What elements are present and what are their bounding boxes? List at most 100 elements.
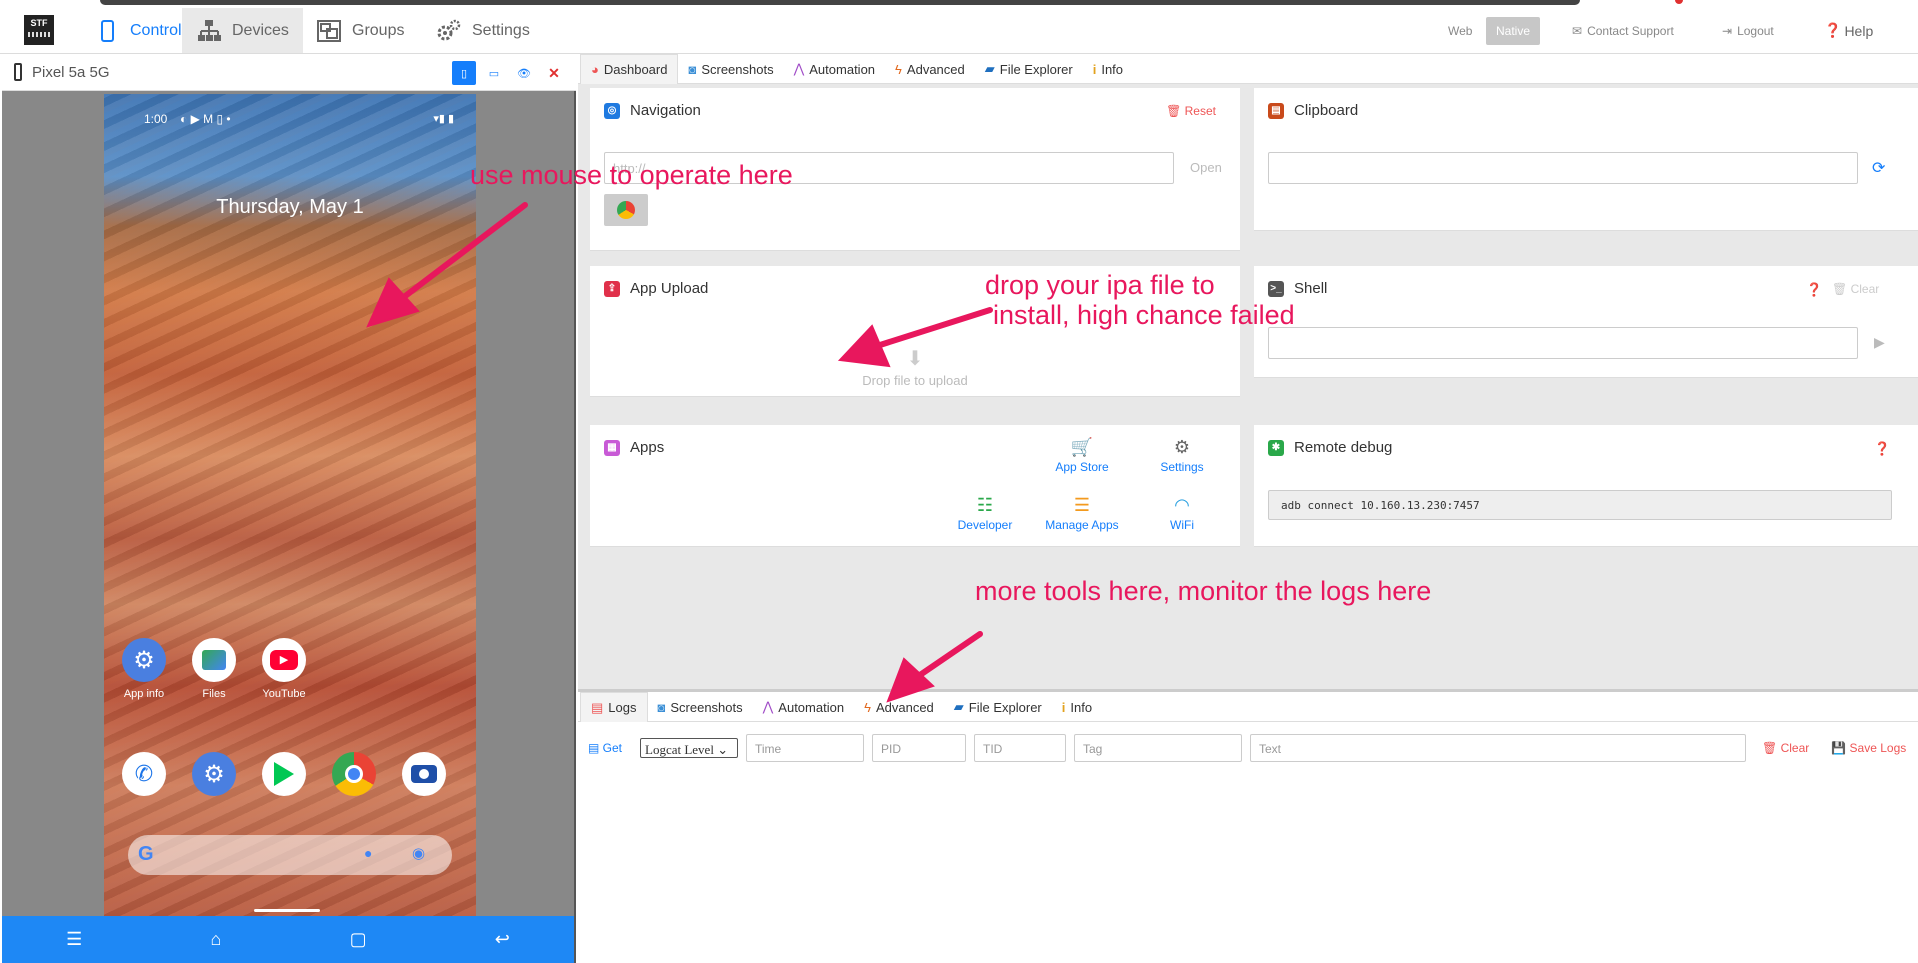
list-alt-icon: ▤ <box>591 699 604 715</box>
chrome-icon[interactable] <box>332 752 376 796</box>
wifi-button[interactable]: ◠ WiFi <box>1142 495 1222 532</box>
tab-logs-automation[interactable]: ⋀ Automation <box>753 692 854 722</box>
phone-icon <box>101 19 114 42</box>
camera-icon: ◙ <box>688 61 697 77</box>
native-button[interactable]: Native <box>1486 8 1541 53</box>
files-label: Files <box>202 688 226 700</box>
back-icon[interactable]: ↩ <box>495 929 510 950</box>
tid-filter-input[interactable]: TID <box>974 734 1066 762</box>
tab-file-explorer[interactable]: ▰ File Explorer <box>975 54 1083 84</box>
tab-automation[interactable]: ⋀ Automation <box>784 54 885 84</box>
right-pane: ◕ Dashboard ◙ Screenshots ⋀ Automation ϟ Adv… <box>578 54 1918 963</box>
settings-app-icon[interactable]: ⚙ <box>192 752 236 796</box>
reset-button[interactable]: 🗑 Reset <box>1166 104 1216 118</box>
shell-input[interactable] <box>1268 327 1858 359</box>
shell-help-icon[interactable]: ❓ <box>1806 282 1822 298</box>
tag-filter-input[interactable]: Tag <box>1074 734 1242 762</box>
eye-icon[interactable]: 👁 <box>512 61 536 85</box>
refresh-icon[interactable]: ⟳ <box>1872 158 1885 178</box>
close-icon[interactable]: ✕ <box>542 61 566 85</box>
pid-filter-input[interactable]: PID <box>872 734 966 762</box>
home-icon[interactable]: ⌂ <box>210 929 221 950</box>
nav-settings[interactable]: Settings <box>422 8 544 53</box>
lockscreen-date: Thursday, May 1 <box>216 196 364 218</box>
get-logs-button[interactable]: ▤ Get <box>588 741 632 755</box>
trash-icon: 🗑 <box>1166 104 1185 118</box>
apps-card: ▦ Apps 🛒 App Store ⚙ Settings ☷ Developer ☰ M… <box>590 425 1240 547</box>
logs-panel: ▤ Logs ◙ Screenshots ⋀ Automation ϟ Advanced… <box>578 689 1918 963</box>
app-store-button[interactable]: 🛒 App Store <box>1042 437 1122 474</box>
google-g-icon: G <box>138 843 154 865</box>
info-icon: i <box>1092 61 1097 77</box>
wifi-icon: ◠ <box>1174 495 1190 515</box>
google-search-bar[interactable]: G ● ◉ <box>128 835 452 875</box>
question-icon: ❓ <box>1824 22 1842 38</box>
camera-icon: ◙ <box>657 699 666 715</box>
compass-icon: ◎ <box>604 102 620 119</box>
help-link[interactable]: ❓ Help <box>1824 8 1873 53</box>
landscape-button[interactable]: ▭ <box>482 61 506 85</box>
tab-logs-info[interactable]: i Info <box>1052 692 1102 722</box>
tab-advanced[interactable]: ϟ Advanced <box>885 54 975 84</box>
tab-logs-screenshots[interactable]: ◙ Screenshots <box>648 692 753 722</box>
device-screen[interactable]: 1:00 ◐ ▶ M ▯ • ▾▮ ▮ Thursday, May 1 ⚙ Ap… <box>104 94 476 917</box>
chrome-browser-button[interactable] <box>604 194 648 226</box>
shell-card: >_ Shell ❓ 🗑 Clear ▶ <box>1254 266 1918 378</box>
nav-devices[interactable]: Devices <box>182 8 303 53</box>
clipboard-input[interactable] <box>1268 152 1858 184</box>
developer-button[interactable]: ☷ Developer <box>945 495 1025 532</box>
stf-logo[interactable]: STF <box>24 15 54 45</box>
tab-logs-advanced[interactable]: ϟ Advanced <box>854 692 944 722</box>
settings-button[interactable]: ⚙ Settings <box>1142 437 1222 474</box>
phone-app-icon[interactable]: ✆ <box>122 752 166 796</box>
camera-icon[interactable] <box>402 752 446 796</box>
save-logs-button[interactable]: 💾 Save Logs <box>1831 741 1906 755</box>
files-icon[interactable] <box>192 638 236 682</box>
logout-link[interactable]: ⇥ Logout <box>1722 8 1774 53</box>
nav-control[interactable]: Control <box>80 8 196 53</box>
shell-clear-button[interactable]: 🗑 Clear <box>1832 282 1879 296</box>
manage-apps-button[interactable]: ☰ Manage Apps <box>1042 495 1122 532</box>
device-panel: Pixel 5a 5G ▯ ▭ 👁 ✕ 1:00 ◐ ▶ M ▯ • ▾▮ ▮ … <box>2 54 576 963</box>
time-filter-input[interactable]: Time <box>746 734 864 762</box>
open-button[interactable]: Open <box>1190 160 1222 175</box>
bug-icon: ✱ <box>1268 439 1284 456</box>
tab-logs[interactable]: ▤ Logs <box>580 692 648 722</box>
logcat-level-select[interactable]: Logcat Level ⌄ <box>640 738 738 758</box>
contact-support-link[interactable]: ✉ Contact Support <box>1572 8 1674 53</box>
trash-icon: 🗑 <box>1762 741 1781 755</box>
th-large-icon: ▦ <box>604 439 620 456</box>
device-footer: ☰ ⌂ ▢ ↩ <box>2 916 574 963</box>
web-button[interactable]: Web <box>1448 8 1472 53</box>
clipboard-card: ▤ Clipboard ⟳ <box>1254 88 1918 231</box>
run-icon[interactable]: ▶ <box>1874 334 1885 351</box>
nav-groups[interactable]: Groups <box>302 8 418 53</box>
remote-help-icon[interactable]: ❓ <box>1874 441 1890 457</box>
notification-icons: ◐ ▶ M ▯ • <box>180 112 231 126</box>
bolt-icon: ϟ <box>895 61 902 77</box>
tab-dashboard[interactable]: ◕ Dashboard <box>580 54 679 84</box>
signal-battery-icons: ▾▮ ▮ <box>433 113 454 125</box>
text-filter-input[interactable]: Text <box>1250 734 1746 762</box>
list-icon: ▤ <box>588 741 603 755</box>
play-store-icon[interactable] <box>262 752 306 796</box>
youtube-icon[interactable]: ▶ <box>262 638 306 682</box>
drop-zone[interactable]: Drop file to upload <box>590 373 1240 388</box>
app-info-icon[interactable]: ⚙ <box>122 638 166 682</box>
dashboard-icon: ◕ <box>591 62 599 77</box>
recents-icon[interactable]: ▢ <box>350 929 367 950</box>
tab-logs-file-explorer[interactable]: ▰ File Explorer <box>944 692 1052 722</box>
menu-icon[interactable]: ☰ <box>66 929 82 950</box>
assistant-icon[interactable]: ● <box>364 845 372 861</box>
dashboard-tabs: ◕ Dashboard ◙ Screenshots ⋀ Automation ϟ Adv… <box>578 54 1918 84</box>
tab-info[interactable]: i Info <box>1083 54 1133 84</box>
adb-connect-command[interactable]: adb connect 10.160.13.230:7457 <box>1268 490 1892 520</box>
lens-icon[interactable]: ◉ <box>412 844 425 862</box>
tab-screenshots[interactable]: ◙ Screenshots <box>678 54 783 84</box>
terminal-icon: >_ <box>1268 280 1284 297</box>
top-navbar: STF Control Devices Groups Settings Web … <box>0 8 1918 54</box>
clear-logs-button[interactable]: 🗑 Clear <box>1762 741 1809 755</box>
portrait-button[interactable]: ▯ <box>452 61 476 85</box>
gears-icon <box>437 19 461 40</box>
app-info-label: App info <box>123 688 165 700</box>
